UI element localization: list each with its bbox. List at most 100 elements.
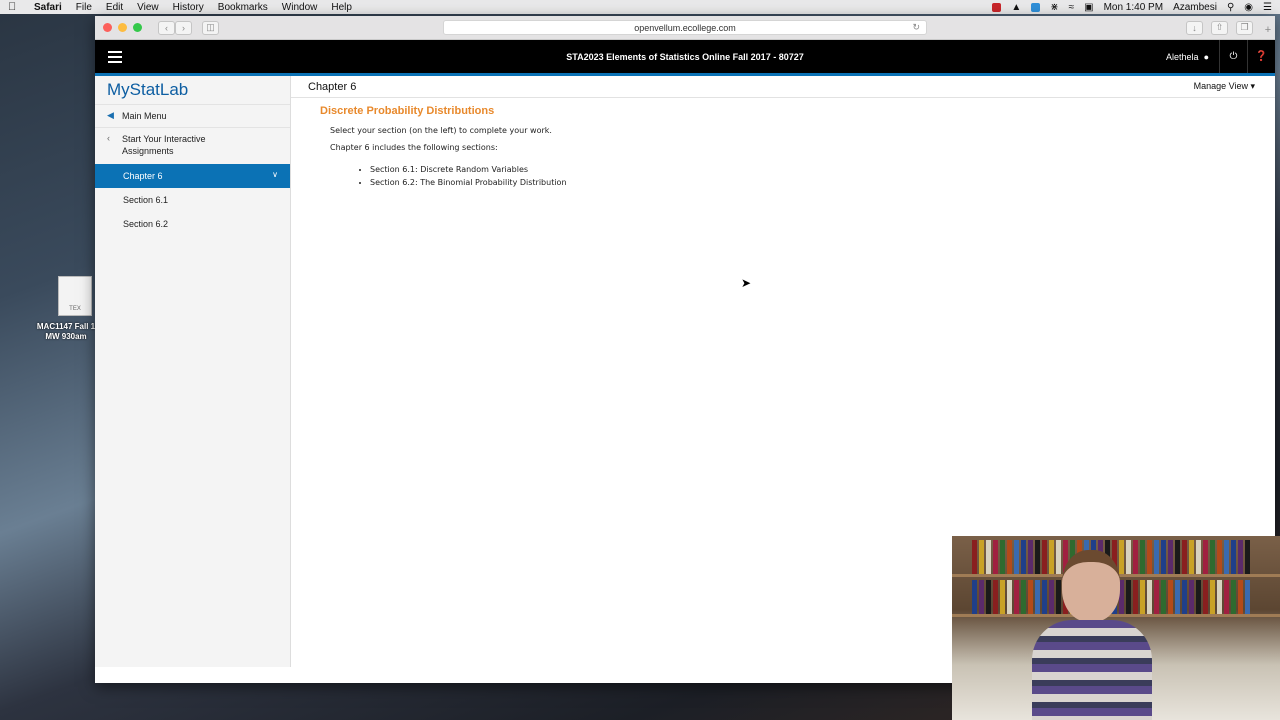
menubar-status: ▲ ⋇ ≈ ▣ Mon 1:40 PM Azambesi ⚲ ◉ ☰ xyxy=(992,2,1272,13)
book-spine xyxy=(1154,580,1159,614)
book-spine xyxy=(972,580,977,614)
address-bar[interactable]: openvellum.ecollege.com ↻ xyxy=(443,20,927,35)
sidebar-item-label: Section 6.2 xyxy=(123,219,169,229)
help-icon[interactable]: ❓ xyxy=(1247,40,1275,73)
manage-view-dropdown[interactable]: Manage View ▾ xyxy=(1194,81,1258,92)
sidebar-item-main-menu[interactable]: ◀ Main Menu xyxy=(95,104,290,127)
section-list: Section 6.1: Discrete Random Variables S… xyxy=(370,165,1275,187)
display-icon[interactable]: ▣ xyxy=(1084,2,1093,13)
chevron-down-icon: ∨ xyxy=(272,170,278,179)
nav-buttons: ‹ › xyxy=(158,20,192,35)
book-spine xyxy=(1007,540,1012,574)
book-spine xyxy=(1189,580,1194,614)
book-spine xyxy=(979,540,984,574)
reload-icon[interactable]: ↻ xyxy=(912,22,920,33)
menu-bookmarks[interactable]: Bookmarks xyxy=(218,2,268,13)
presenter xyxy=(1032,550,1152,720)
book-spine xyxy=(1014,580,1019,614)
minimize-window-button[interactable] xyxy=(118,23,127,32)
sidebar-toggle-icon[interactable]: ◫ xyxy=(202,20,219,35)
sidebar-item-section-6-1[interactable]: Section 6.1 xyxy=(95,188,290,212)
book-spine xyxy=(1007,580,1012,614)
desktop-file-label[interactable]: MAC1147 Fall 1 MW 930am xyxy=(36,322,96,342)
app-header: STA2023 Elements of Statistics Online Fa… xyxy=(95,40,1275,76)
book-spine xyxy=(1175,540,1180,574)
back-circle-icon: ◀ xyxy=(107,110,114,120)
book-spine xyxy=(1021,580,1026,614)
tabs-overview-icon[interactable]: ❐ xyxy=(1236,20,1253,35)
book-spine xyxy=(993,540,998,574)
user-menu[interactable]: Alethela ● xyxy=(1156,52,1219,62)
book-spine xyxy=(1238,540,1243,574)
sidebar: MyStatLab ◀ Main Menu ‹ Start Your Inter… xyxy=(95,76,291,667)
menu-edit[interactable]: Edit xyxy=(106,2,123,13)
new-tab-icon[interactable]: + xyxy=(1261,24,1275,40)
toolbar-right: ↓ ⇧ ❐ xyxy=(1186,20,1253,35)
sidebar-item-section-6-2[interactable]: Section 6.2 xyxy=(95,212,290,236)
book-spine xyxy=(1175,580,1180,614)
book-spine xyxy=(1168,580,1173,614)
browser-toolbar: ‹ › ◫ openvellum.ecollege.com ↻ ↓ ⇧ ❐ + xyxy=(95,16,1275,40)
menu-window[interactable]: Window xyxy=(282,2,318,13)
book-spine xyxy=(1189,540,1194,574)
menu-help[interactable]: Help xyxy=(331,2,352,13)
back-button[interactable]: ‹ xyxy=(158,20,175,35)
apple-icon[interactable]:  xyxy=(8,1,22,13)
menu-file[interactable]: File xyxy=(76,2,92,13)
book-spine xyxy=(1196,540,1201,574)
clock[interactable]: Mon 1:40 PM xyxy=(1104,2,1163,13)
window-controls xyxy=(103,23,142,32)
drive-icon[interactable]: ▲ xyxy=(1011,2,1021,13)
book-spine xyxy=(1182,540,1187,574)
section-title: Discrete Probability Distributions xyxy=(320,105,495,117)
siri-icon[interactable]: ◉ xyxy=(1244,2,1253,13)
book-spine xyxy=(1217,580,1222,614)
close-window-button[interactable] xyxy=(103,23,112,32)
user-icon: ● xyxy=(1203,51,1209,62)
book-spine xyxy=(1196,580,1201,614)
app-status-icon[interactable] xyxy=(1031,2,1041,12)
wifi-icon[interactable]: ≈ xyxy=(1069,2,1075,13)
book-spine xyxy=(1021,540,1026,574)
book-spine xyxy=(1217,540,1222,574)
book-spine xyxy=(1203,580,1208,614)
url-text: openvellum.ecollege.com xyxy=(634,22,736,33)
notification-center-icon[interactable]: ☰ xyxy=(1263,2,1272,13)
file-type-label: TEX xyxy=(69,306,81,312)
book-spine xyxy=(993,580,998,614)
downloads-icon[interactable]: ↓ xyxy=(1186,20,1203,35)
book-spine xyxy=(1000,540,1005,574)
user-name: Alethela xyxy=(1166,51,1199,62)
menu-app-name[interactable]: Safari xyxy=(34,2,62,13)
book-spine xyxy=(1161,580,1166,614)
forward-button[interactable]: › xyxy=(175,20,192,35)
book-spine xyxy=(979,580,984,614)
spotlight-icon[interactable]: ⚲ xyxy=(1227,2,1234,13)
menubar-user[interactable]: Azambesi xyxy=(1173,2,1217,13)
sidebar-item-start-assignments[interactable]: ‹ Start Your Interactive Assignments xyxy=(95,127,290,162)
desktop-file-icon[interactable]: TEX xyxy=(58,276,92,316)
sidebar-item-label: Section 6.1 xyxy=(123,195,169,205)
menubar:  Safari File Edit View History Bookmark… xyxy=(0,0,1280,14)
bluetooth-icon[interactable]: ⋇ xyxy=(1050,2,1058,13)
book-spine xyxy=(1210,580,1215,614)
book-spine xyxy=(972,540,977,574)
sidebar-item-label: Main Menu xyxy=(122,111,167,121)
book-spine xyxy=(1210,540,1215,574)
status-red-icon[interactable] xyxy=(992,2,1002,12)
zoom-window-button[interactable] xyxy=(133,23,142,32)
sidebar-item-chapter-6[interactable]: Chapter 6 ∨ xyxy=(95,164,290,188)
book-spine xyxy=(1014,540,1019,574)
hamburger-menu-icon[interactable] xyxy=(108,50,122,63)
power-icon[interactable]: ⏻ xyxy=(1219,40,1247,73)
menu-view[interactable]: View xyxy=(137,2,159,13)
book-spine xyxy=(1154,540,1159,574)
menu-history[interactable]: History xyxy=(173,2,204,13)
main-header: Chapter 6 Manage View ▾ xyxy=(291,76,1275,98)
book-spine xyxy=(1238,580,1243,614)
instructions-text: Select your section (on the left) to com… xyxy=(330,126,552,135)
book-spine xyxy=(1224,540,1229,574)
list-item: Section 6.1: Discrete Random Variables xyxy=(370,165,1275,174)
mystatlab-logo: MyStatLab xyxy=(107,80,189,99)
share-icon[interactable]: ⇧ xyxy=(1211,20,1228,35)
